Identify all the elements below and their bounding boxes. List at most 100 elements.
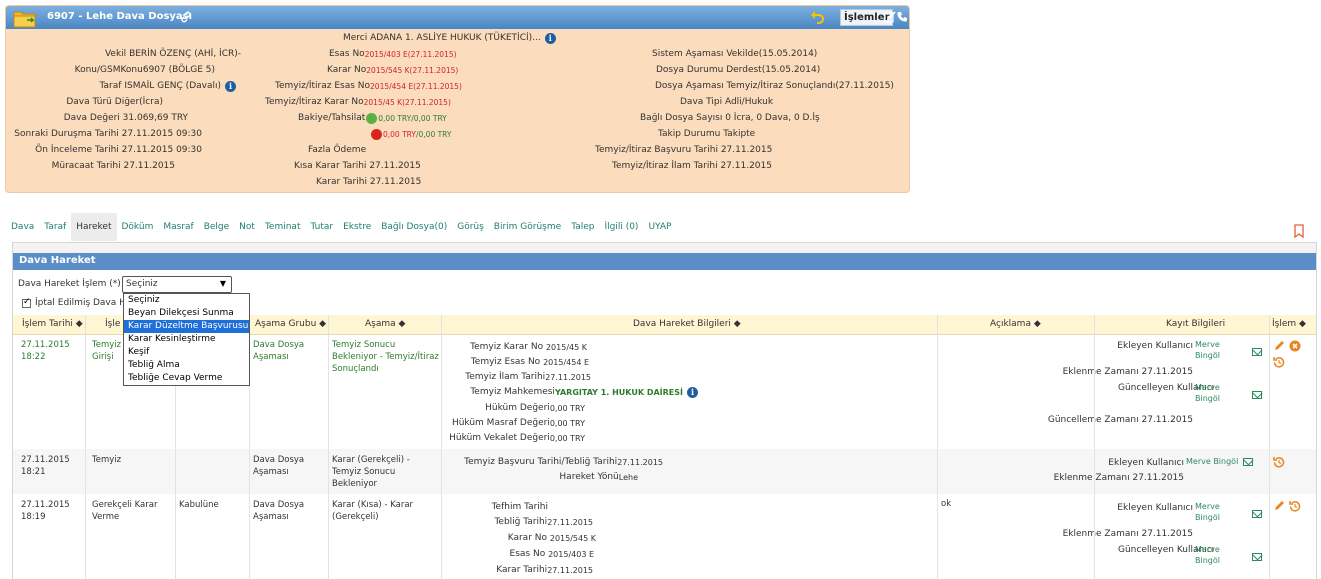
tab-uyap[interactable]: UYAP — [643, 213, 676, 241]
iptal-checkbox-label: İptal Edilmiş Dava H — [35, 298, 126, 308]
th-islem-actions[interactable]: İşlem ◆ — [1272, 319, 1306, 329]
field-temyiz-basvuru: Temyiz/İtiraz Başvuru Tarihi 27.11.2015 — [595, 145, 773, 155]
kayit-ekleyen-user: Merve Bingöl — [1186, 457, 1239, 466]
tab-tutar[interactable]: Tutar — [305, 213, 338, 241]
folder-icon — [13, 11, 36, 28]
field-temyiz-ilam: Temyiz/İtiraz İlam Tarihi 27.11.2015 — [612, 161, 772, 171]
history-icon[interactable] — [1273, 356, 1285, 368]
history-icon[interactable] — [1289, 500, 1301, 512]
row-date: 27.11.2015 18:22 — [21, 340, 70, 362]
tab-masraf[interactable]: Masraf — [158, 213, 198, 241]
case-header: 6907 - Lehe Dava Dosyası İşlemler — [6, 6, 909, 29]
iptal-checkbox-row[interactable]: İptal Edilmiş Dava H — [22, 297, 126, 308]
field-vekil: Vekil BERİN ÖZENÇ (AHİ, İCR)- — [104, 49, 241, 59]
tab-talep[interactable]: Talep — [566, 213, 599, 241]
edit-icon[interactable] — [884, 11, 896, 23]
kayit-eklenme: Eklenme Zamanı 27.11.2015 — [1053, 473, 1184, 483]
field-konu-gsm: Konu/GSM Konu6907 (BÖLGE 5) — [74, 65, 215, 75]
case-summary-panel: 6907 - Lehe Dava Dosyası İşlemler Vekil … — [5, 5, 910, 193]
kayit-ekleyen-user: Merve Bingöl — [1195, 340, 1220, 360]
tab-dokum[interactable]: Döküm — [117, 213, 159, 241]
tab-ilgili[interactable]: İlgili (0) — [599, 213, 643, 241]
delete-icon[interactable] — [1289, 340, 1301, 352]
phone-icon[interactable] — [897, 11, 907, 22]
history-icon[interactable] — [1273, 456, 1285, 468]
tab-belge[interactable]: Belge — [199, 213, 234, 241]
option-teblig-alma[interactable]: Tebliğ Alma — [124, 359, 249, 372]
kayit-eklenme: Eklenme Zamanı 27.11.2015 — [1062, 529, 1193, 539]
kayit-guncelleyen: Güncelleyen Kullanıcı — [1118, 545, 1215, 555]
column-divider — [328, 315, 329, 579]
bookmark-icon[interactable] — [1293, 224, 1305, 238]
option-kesif[interactable]: Keşif — [124, 346, 249, 359]
tab-teminat[interactable]: Teminat — [260, 213, 306, 241]
tab-ekstre[interactable]: Ekstre — [338, 213, 376, 241]
th-aciklama[interactable]: Açıklama ◆ — [990, 319, 1041, 329]
row-aciklama: ok — [941, 499, 952, 509]
bilgi-temyiz-karar-no: Temyiz Karar No 2015/45 K — [470, 342, 587, 352]
option-karar-duzeltme[interactable]: Karar Düzeltme Başvurusu — [124, 320, 249, 333]
kayit-ekleyen: Ekleyen Kullanıcı — [1117, 341, 1193, 351]
field-on-inceleme: Ön İnceleme Tarihi 27.11.2015 09:30 — [35, 145, 202, 155]
info-icon[interactable]: i — [687, 387, 698, 398]
option-seciniz[interactable]: Seçiniz — [124, 294, 249, 307]
tab-hareket[interactable]: Hareket — [71, 213, 117, 241]
field-sistem-asamasi: Sistem Aşaması Vekilde(15.05.2014) — [652, 49, 818, 59]
th-dava-hareket-bilgileri[interactable]: Dava Hareket Bilgileri ◆ — [633, 319, 741, 329]
undo-icon[interactable] — [810, 10, 824, 24]
islem-select[interactable]: Seçiniz ▼ — [122, 276, 232, 293]
info-icon[interactable]: i — [225, 81, 236, 92]
table-row: 27.11.2015 18:21 Temyiz Dava Dosya Aşamas… — [13, 449, 1316, 494]
option-beyan-dilekcesi[interactable]: Beyan Dilekçesi Sunma — [124, 307, 249, 320]
option-teblige-cevap[interactable]: Tebliğe Cevap Verme — [124, 372, 249, 385]
mail-icon[interactable] — [1252, 510, 1262, 518]
row-islem: Temyiz — [92, 455, 122, 465]
row-date: 27.11.2015 18:21 — [21, 455, 70, 477]
pencil-icon[interactable] — [1273, 340, 1285, 352]
islem-dropdown-list: Seçiniz Beyan Dilekçesi Sunma Karar Düze… — [123, 293, 250, 386]
tab-birim-gorusme[interactable]: Birim Görüşme — [489, 213, 566, 241]
field-dava-tipi: Dava Tipi Adli/Hukuk — [680, 97, 774, 107]
tab-taraf[interactable]: Taraf — [39, 213, 71, 241]
field-fazla-odeme: Fazla Ödeme — [308, 145, 367, 155]
field-dava-turu: Dava Türü Diğer(İcra) — [66, 97, 163, 107]
field-dava-degeri: Dava Değeri 31.069,69 TRY — [63, 113, 188, 123]
row-asama-grubu: Dava Dosya Aşaması — [253, 455, 305, 477]
kayit-guncelleme: Güncelleme Zamanı 27.11.2015 — [1047, 415, 1193, 425]
th-islem-tarihi[interactable]: İşlem Tarihi ◆ — [22, 319, 83, 329]
tab-not[interactable]: Not — [234, 213, 260, 241]
row-islem: Gerekçeli Karar Verme — [92, 500, 158, 522]
row-asama: Karar (Gerekçeli) - Temyiz Sonucu Beklen… — [332, 455, 410, 489]
row-sonuc: Kabulüne — [179, 500, 219, 510]
pencil-icon[interactable] — [1273, 500, 1285, 512]
tab-gorus[interactable]: Görüş — [452, 213, 489, 241]
bilgi-temyiz-esas-no: Temyiz Esas No 2015/454 E — [470, 357, 589, 367]
mail-icon[interactable] — [1252, 553, 1262, 561]
bilgi-karar-no: Karar No 2015/545 K — [507, 533, 596, 543]
iptal-checkbox[interactable] — [22, 297, 31, 308]
th-asama-grubu[interactable]: Aşama Grubu ◆ — [255, 319, 326, 329]
row-asama: Karar (Kısa) - Karar (Gerekçeli) — [332, 500, 414, 522]
bilgi-karar-tarihi: Karar Tarihi 27.11.2015 — [496, 565, 593, 575]
mail-icon[interactable] — [1252, 391, 1262, 399]
mail-icon[interactable] — [1243, 458, 1253, 466]
field-muracaat: Müracaat Tarihi 27.11.2015 — [51, 161, 175, 171]
kayit-eklenme: Eklenme Zamanı 27.11.2015 — [1062, 367, 1193, 377]
th-asama[interactable]: Aşama ◆ — [365, 319, 405, 329]
option-karar-kesinlestirme[interactable]: Karar Kesinleştirme — [124, 333, 249, 346]
field-karar-no: Karar No 2015/545 K(27.11.2015) — [327, 65, 459, 75]
kayit-ekleyen: Ekleyen Kullanıcı — [1117, 503, 1193, 513]
row-asama: Temyiz Sonucu Bekleniyor - Temyiz/İtiraz… — [332, 340, 439, 374]
row-asama-grubu: Dava Dosya Aşaması — [253, 340, 305, 362]
tab-dava[interactable]: Dava — [6, 213, 39, 241]
th-islem[interactable]: İşle — [105, 319, 120, 329]
link-icon[interactable] — [180, 11, 192, 23]
bilgi-hukum-degeri: Hüküm Değeri 0,00 TRY — [485, 403, 585, 413]
info-icon[interactable]: i — [544, 33, 556, 44]
field-bakiye-line2: 0,00 TRY/0,00 TRY — [370, 129, 452, 140]
mail-icon[interactable] — [1252, 348, 1262, 356]
case-tabs: Dava Taraf Hareket Döküm Masraf Belge No… — [6, 213, 676, 241]
bilgi-temyiz-basvuru: Temyiz Başvuru Tarihi/Tebliğ Tarihi 27.11… — [464, 457, 663, 467]
tab-bagli-dosya[interactable]: Bağlı Dosya(0) — [376, 213, 452, 241]
bilgi-tefhim-tarihi: Tefhim Tarihi — [491, 502, 548, 512]
